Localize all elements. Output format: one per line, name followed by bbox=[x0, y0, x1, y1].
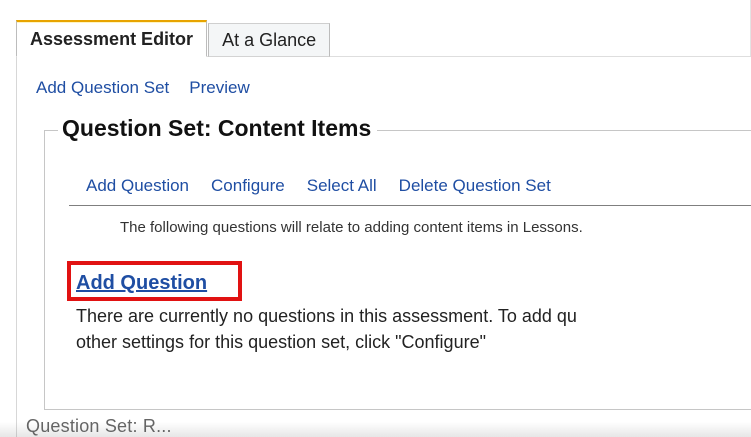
tab-bar: Assessment Editor At a Glance bbox=[16, 20, 331, 57]
add-question-link[interactable]: Add Question bbox=[76, 272, 207, 295]
next-question-set-title: Question Set: R... bbox=[26, 416, 172, 436]
add-question-set-link[interactable]: Add Question Set bbox=[36, 78, 169, 98]
question-set-toolbar: Add Question Configure Select All Delete… bbox=[86, 176, 551, 196]
toolbar-delete-question-set-link[interactable]: Delete Question Set bbox=[399, 176, 551, 196]
question-set-title: Question Set: Content Items bbox=[58, 115, 378, 142]
preview-link[interactable]: Preview bbox=[189, 78, 249, 98]
empty-question-message-line-1: There are currently no questions in this… bbox=[76, 306, 577, 326]
toolbar-add-question-link[interactable]: Add Question bbox=[86, 176, 189, 196]
tab-at-a-glance-label: At a Glance bbox=[222, 30, 317, 50]
question-set-description: The following questions will relate to a… bbox=[120, 219, 583, 236]
toolbar-select-all-link[interactable]: Select All bbox=[307, 176, 377, 196]
toolbar-divider bbox=[69, 205, 751, 206]
empty-question-message: There are currently no questions in this… bbox=[76, 303, 751, 355]
toolbar-configure-link[interactable]: Configure bbox=[211, 176, 285, 196]
assessment-editor-screen: Assessment Editor At a Glance Add Questi… bbox=[0, 0, 751, 437]
tab-at-a-glance[interactable]: At a Glance bbox=[208, 23, 331, 57]
tab-assessment-editor-label: Assessment Editor bbox=[30, 29, 194, 49]
empty-question-message-line-2: other settings for this question set, cl… bbox=[76, 332, 486, 352]
tab-assessment-editor[interactable]: Assessment Editor bbox=[16, 20, 208, 57]
top-link-row: Add Question Set Preview bbox=[36, 78, 250, 98]
